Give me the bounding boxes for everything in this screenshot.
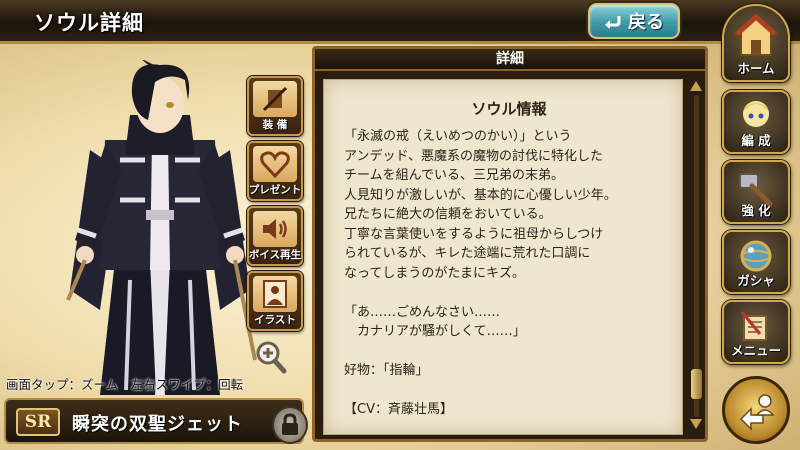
header-bar: ソウル詳細 戻る [0,0,800,44]
detail-panel: 詳細 ソウル情報 「永滅の戒（えいめつのかい）」という アンデッド、悪魔系の魔物… [312,46,708,442]
menu-enhance-button[interactable]: 強 化 [722,160,790,224]
character-model[interactable] [60,60,260,400]
detail-tab: 詳細 [315,49,705,71]
house-icon [733,13,779,56]
rarity-badge: SR [16,408,60,436]
soul-description: 「永滅の戒（えいめつのかい）」という アンデッド、悪魔系の魔物の討伐に特化した … [344,129,617,417]
present-button-label: プレゼント [248,184,302,196]
present-button[interactable]: プレゼント [247,141,303,201]
detail-scrollbar[interactable] [689,79,703,435]
menu-party-label: 編 成 [741,133,771,148]
speaker-icon [263,219,287,239]
soul-info-title: ソウル情報 [471,100,547,118]
control-hint: 画面タップ：ズーム 左右スワイプ：回転 [6,377,244,392]
illust-button[interactable]: イラスト [247,271,303,331]
scroll-up-icon[interactable] [690,81,702,91]
soul-name: 瞬突の双聖ジェット [72,414,243,435]
detail-content[interactable]: ソウル情報 「永滅の戒（えいめつのかい）」という アンデッド、悪魔系の魔物の討伐… [323,79,683,435]
back-button-label: 戻る [628,12,664,33]
quick-action-button[interactable] [722,376,790,444]
character-swap-icon [739,394,775,431]
page-title: ソウル詳細 [34,11,144,35]
portrait-icon [263,280,287,308]
menu-menu-button[interactable]: メニュー [722,300,790,364]
equip-button[interactable]: 装 備 [247,76,303,136]
heart-gift-icon [260,151,290,179]
equip-button-label: 装 備 [262,119,288,131]
no-equip-icon [262,86,288,112]
scroll-down-icon[interactable] [690,419,702,429]
menu-home-button[interactable]: ホーム [722,4,790,82]
voice-play-button[interactable]: ボイス再生 [247,206,303,266]
lock-icon [282,413,298,435]
soul-nameplate: SR 瞬突の双聖ジェット [4,398,304,444]
menu-enhance-label: 強 化 [741,203,771,218]
menu-gacha-button[interactable]: ガシャ [722,230,790,294]
return-arrow-icon [605,16,621,29]
zoom-icon[interactable] [255,340,287,374]
back-button[interactable]: 戻る [588,3,680,39]
scroll-thumb[interactable] [691,369,702,399]
illust-button-label: イラスト [254,314,296,326]
menu-party-button[interactable]: 編 成 [722,90,790,154]
lock-button[interactable] [272,406,308,444]
menu-gacha-label: ガシャ [737,273,775,288]
voice-play-button-label: ボイス再生 [248,249,302,261]
menu-home-label: ホーム [737,61,775,76]
menu-menu-label: メニュー [730,343,781,358]
